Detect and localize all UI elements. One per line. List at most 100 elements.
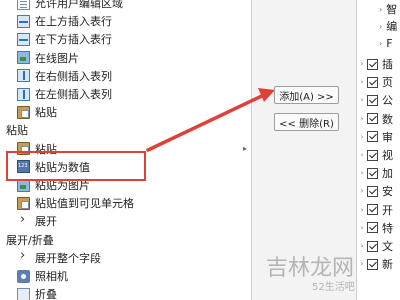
insert-row-icon	[17, 32, 30, 46]
paste-icon	[17, 196, 30, 210]
list-scrollbar[interactable]	[252, 0, 262, 300]
tree-tab-label: 开	[382, 203, 393, 217]
chevron-right-icon[interactable]: ›	[379, 39, 382, 48]
tree-group-label: F	[386, 36, 393, 50]
tree-group-item[interactable]: › 编	[357, 18, 397, 34]
command-label: 折叠	[35, 288, 57, 300]
document-icon	[17, 0, 30, 10]
tree-tab-item[interactable]: › 插	[357, 55, 393, 73]
tree-tab-item[interactable]: › 公	[357, 91, 393, 109]
chevron-right-icon[interactable]: ›	[379, 22, 382, 31]
paste-icon	[17, 105, 30, 119]
command-label: 在下方插入表行	[35, 33, 112, 47]
command-item[interactable]: 在右侧插入表列	[0, 67, 251, 85]
tree-tab-item[interactable]: › 文	[357, 237, 393, 255]
command-label: 照相机	[35, 270, 68, 283]
chevron-right-icon[interactable]: ›	[357, 206, 367, 214]
command-label: 粘贴	[6, 124, 28, 138]
tree-tab-item[interactable]: › 加	[357, 164, 393, 182]
picture-icon	[17, 51, 30, 65]
tree-tab-label: 公	[382, 94, 393, 108]
tree-tab-item[interactable]: › 审	[357, 128, 393, 146]
command-label: 在上方插入表行	[35, 15, 112, 29]
insert-column-icon	[17, 69, 30, 83]
checkbox-checked[interactable]	[367, 113, 378, 125]
command-label: 展开/折叠	[6, 233, 54, 247]
section-header: 展开/折叠	[0, 231, 251, 249]
checkbox-checked[interactable]	[367, 185, 378, 197]
tree-tab-label: 插	[382, 58, 393, 71]
checkbox-checked[interactable]	[367, 204, 378, 216]
tree-tab-label: 视	[382, 149, 393, 162]
tree-group-label: 智	[386, 3, 398, 16]
command-item[interactable]: 照相机	[0, 267, 251, 285]
command-label: 在左侧插入表列	[35, 88, 112, 101]
chevron-right-icon[interactable]: ›	[357, 96, 367, 104]
command-label: 展开	[35, 215, 57, 229]
tree-group-item[interactable]: › F	[357, 35, 393, 51]
tree-group-label: 编	[386, 20, 398, 33]
checkbox-checked[interactable]	[367, 76, 378, 88]
tree-tab-label: 页	[382, 76, 393, 90]
checkbox-checked[interactable]	[367, 58, 378, 70]
section-header: 粘贴	[0, 121, 251, 139]
insert-row-icon	[17, 14, 30, 28]
chevron-right-icon[interactable]: ›	[357, 187, 367, 195]
command-label: 在线图片	[35, 51, 79, 65]
command-item[interactable]: 折叠	[0, 285, 251, 300]
submenu-arrow-icon: ▸	[242, 144, 247, 154]
add-button[interactable]: 添加(A) >>	[274, 86, 339, 104]
command-label: 粘贴	[35, 106, 57, 120]
chevron-right-icon[interactable]: ›	[357, 60, 367, 68]
tree-tab-label: 新	[382, 258, 393, 272]
remove-button[interactable]: << 删除(R)	[274, 113, 339, 131]
tree-tab-label: 加	[382, 167, 393, 181]
command-label: 允许用户编辑区域	[35, 0, 123, 10]
chevron-right-icon[interactable]: ›	[379, 5, 382, 14]
command-item[interactable]: 在线图片	[0, 49, 251, 67]
ribbon-tree-panel[interactable]: › 智 › 编 › F › 插 › 页 › 公 › 数 › 审 › 视 › 加 › 安 › 开 › 特 › 文 › 新	[356, 0, 400, 300]
command-item[interactable]: 粘贴值到可见单元格	[0, 194, 251, 212]
chevron-right-icon[interactable]: ›	[357, 115, 367, 123]
command-item[interactable]: 展开	[0, 212, 251, 230]
checkbox-checked[interactable]	[367, 222, 378, 234]
tree-group-item[interactable]: › 智	[357, 1, 397, 17]
tree-tab-label: 特	[382, 221, 393, 235]
insert-column-icon	[17, 87, 30, 101]
checkbox-checked[interactable]	[367, 240, 378, 252]
tree-tab-item[interactable]: › 特	[357, 219, 393, 237]
command-item[interactable]: 允许用户编辑区域	[0, 0, 251, 12]
command-label: 粘贴值到可见单元格	[35, 197, 134, 211]
camera-icon	[17, 269, 30, 283]
tree-tab-item[interactable]: › 安	[357, 182, 393, 200]
tree-tab-item[interactable]: › 视	[357, 146, 393, 164]
checkbox-checked[interactable]	[367, 167, 378, 179]
chevron-right-icon[interactable]: ›	[357, 242, 367, 250]
tree-tab-item[interactable]: › 开	[357, 201, 393, 219]
expand-icon	[17, 212, 30, 228]
chevron-right-icon[interactable]: ›	[357, 224, 367, 232]
checkbox-checked[interactable]	[367, 131, 378, 143]
tree-tab-label: 安	[382, 185, 393, 199]
checkbox-checked[interactable]	[367, 149, 378, 161]
chevron-right-icon[interactable]: ›	[357, 78, 367, 86]
chevron-right-icon[interactable]: ›	[357, 151, 367, 159]
command-item[interactable]: 在上方插入表行	[0, 12, 251, 30]
command-item[interactable]: 在下方插入表行	[0, 30, 251, 48]
chevron-right-icon[interactable]: ›	[357, 133, 367, 141]
highlight-annotation-box	[6, 151, 146, 181]
tree-tab-item[interactable]: › 新	[357, 255, 393, 273]
checkbox-checked[interactable]	[367, 94, 378, 106]
tree-tab-label: 文	[382, 240, 393, 253]
command-item[interactable]: 在左侧插入表列	[0, 85, 251, 103]
command-item[interactable]: 粘贴	[0, 103, 251, 121]
command-item[interactable]: 展开整个字段	[0, 248, 251, 267]
chevron-right-icon[interactable]: ›	[357, 260, 367, 268]
tree-tab-item[interactable]: › 页	[357, 73, 393, 91]
tree-tab-label: 审	[382, 130, 393, 144]
checkbox-checked[interactable]	[367, 258, 378, 270]
tree-tab-item[interactable]: › 数	[357, 110, 393, 128]
chevron-right-icon[interactable]: ›	[357, 169, 367, 177]
command-list[interactable]: 允许用户编辑区域在上方插入表行 在下方插入表行 在线图片在右侧插入表列 在左侧插入表列…	[0, 0, 252, 300]
command-label: 在右侧插入表列	[35, 69, 112, 83]
